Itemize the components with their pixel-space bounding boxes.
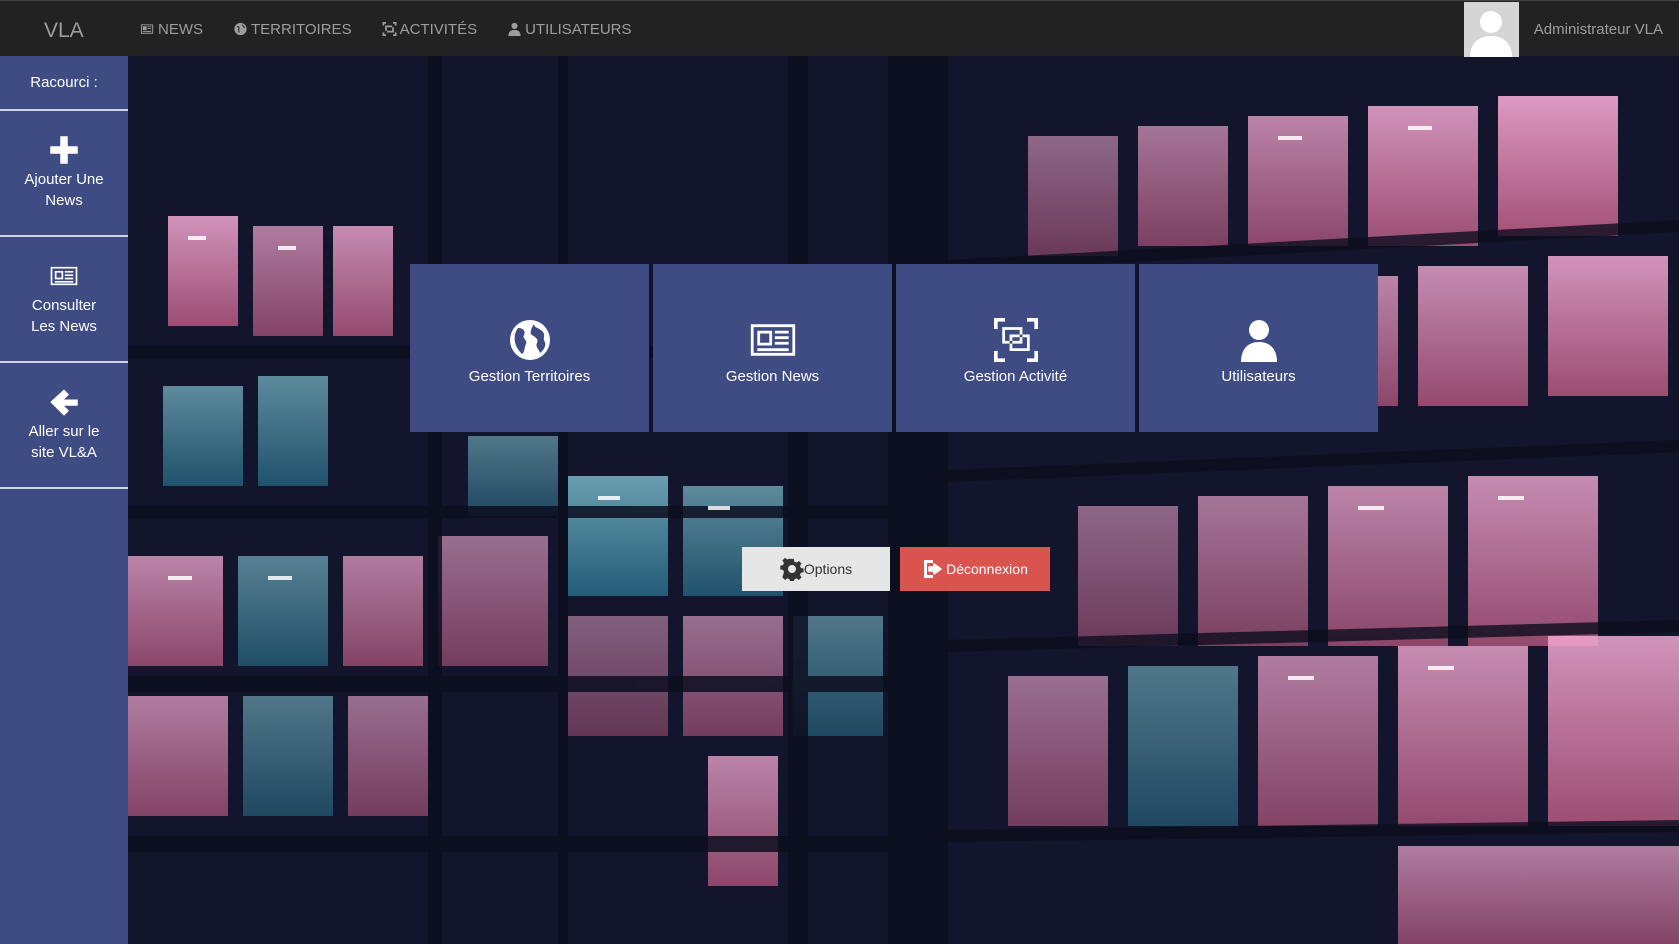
nav-item-utilisateurs[interactable]: UTILISATEURS bbox=[507, 1, 632, 57]
sidebar-item-label: Aller sur le bbox=[28, 423, 100, 440]
plus-icon bbox=[50, 136, 78, 164]
newspaper-icon bbox=[750, 323, 795, 356]
tile-gestion-activite[interactable]: Gestion Activité bbox=[896, 264, 1135, 432]
user-menu[interactable]: Administrateur VLA bbox=[1463, 1, 1679, 57]
screenshot-icon bbox=[993, 317, 1038, 362]
globe-icon bbox=[509, 319, 550, 360]
sidebar-item-label: Ajouter Une bbox=[24, 171, 104, 188]
tile-gestion-territoires[interactable]: Gestion Territoires bbox=[410, 264, 649, 432]
nav-links: NEWS TERRITOIRES ACTIVITÉS UTILISATEURS bbox=[140, 1, 662, 57]
options-label: Options bbox=[803, 561, 853, 577]
newspaper-icon bbox=[140, 24, 154, 34]
nav-item-label: TERRITOIRES bbox=[251, 20, 352, 38]
globe-icon bbox=[234, 22, 247, 36]
user-icon bbox=[508, 22, 521, 36]
brand-logo[interactable]: VLA bbox=[44, 19, 84, 43]
sidebar-item-visit-site[interactable]: Aller sur le site VL&A bbox=[0, 363, 128, 489]
nav-item-label: ACTIVITÉS bbox=[399, 20, 478, 38]
sidebar-item-label: site VL&A bbox=[31, 444, 97, 461]
sign-out-icon bbox=[924, 560, 942, 578]
sidebar-item-label: News bbox=[45, 192, 83, 209]
tile-label: Utilisateurs bbox=[1221, 367, 1296, 385]
background-image bbox=[128, 56, 1679, 944]
logout-button[interactable]: Déconnexion bbox=[900, 547, 1050, 591]
nav-item-territoires[interactable]: TERRITOIRES bbox=[233, 1, 352, 57]
user-avatar-icon bbox=[1470, 10, 1513, 57]
nav-item-label: UTILISATEURS bbox=[525, 20, 632, 38]
tile-label: Gestion Territoires bbox=[468, 367, 591, 385]
sidebar-item-label: Les News bbox=[31, 318, 97, 335]
tile-gestion-news[interactable]: Gestion News bbox=[653, 264, 892, 432]
newspaper-icon bbox=[50, 266, 78, 286]
avatar bbox=[1463, 1, 1519, 57]
user-name: Administrateur VLA bbox=[1533, 20, 1663, 38]
dashboard-tiles: Gestion Territoires Gestion News Gestion… bbox=[410, 264, 1378, 432]
nav-item-activites[interactable]: ACTIVITÉS bbox=[382, 1, 478, 57]
screenshot-icon bbox=[382, 22, 397, 36]
tile-label: Gestion News bbox=[725, 367, 820, 385]
gear-icon bbox=[780, 557, 804, 581]
options-button[interactable]: Options bbox=[742, 547, 890, 591]
sidebar-item-label: Consulter bbox=[31, 297, 97, 314]
tile-label: Gestion Activité bbox=[963, 367, 1068, 385]
logout-label: Déconnexion bbox=[946, 561, 1028, 577]
sidebar: Racourci : Ajouter Une News Consulter Le… bbox=[0, 56, 128, 944]
arrow-left-icon bbox=[50, 389, 78, 416]
user-icon bbox=[1240, 319, 1277, 362]
sidebar-item-add-news[interactable]: Ajouter Une News bbox=[0, 111, 128, 237]
sidebar-item-view-news[interactable]: Consulter Les News bbox=[0, 237, 128, 363]
top-navbar: VLA NEWS TERRITOIRES ACTIVITÉS UTILISATE… bbox=[0, 0, 1679, 57]
tile-utilisateurs[interactable]: Utilisateurs bbox=[1139, 264, 1378, 432]
nav-item-label: NEWS bbox=[158, 20, 203, 38]
sidebar-header: Racourci : bbox=[0, 56, 128, 111]
nav-item-news[interactable]: NEWS bbox=[140, 1, 203, 57]
